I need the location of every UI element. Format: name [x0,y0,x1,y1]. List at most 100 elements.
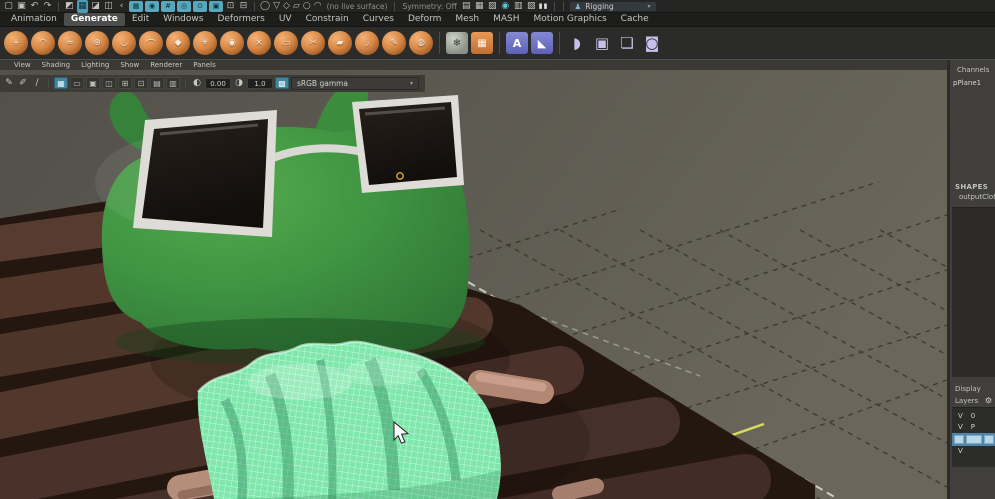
shelf-sculpt-tool-icon[interactable]: + [4,31,28,55]
color-management-icon[interactable]: ▩ [275,77,289,89]
menu-uv[interactable]: UV [272,13,299,26]
gamma-icon[interactable]: ◑ [233,78,245,88]
menu-deform[interactable]: Deform [401,13,448,26]
shelf-panel-layout-icon[interactable]: ▣ [591,34,613,52]
layer-row-selected[interactable] [952,433,995,446]
history-on-icon[interactable]: ⊡ [225,0,236,13]
film-gate-icon[interactable]: ▭ [70,77,84,89]
pause-icon[interactable]: ▮▮ [539,0,549,13]
channel-box-attributes-area[interactable] [952,207,995,377]
menu-edit[interactable]: Edit [125,13,156,26]
shelf-sculpt-mask-icon[interactable]: ◗ [566,34,588,52]
mask-component-icon[interactable]: ◇ [283,0,291,13]
shelf-repeat-tool-icon[interactable]: ◉ [220,31,244,55]
shelf-grab-tool-icon[interactable]: ⊕ [85,31,109,55]
snap-curve-icon[interactable]: ◉ [145,0,159,12]
menu-curves[interactable]: Curves [356,13,401,26]
layer-row[interactable]: VP [952,422,995,433]
shelf-duplicate-icon[interactable]: ❏ [616,34,638,52]
menu-animation[interactable]: Animation [4,13,64,26]
shelf-smear-tool-icon[interactable]: ✎ [382,31,406,55]
shelf-flatten-tool-icon[interactable]: ⌒ [139,31,163,55]
shelf-spray-tool-icon[interactable]: ✳ [193,31,217,55]
layer-row[interactable]: V [952,446,995,457]
panel-menu-panels[interactable]: Panels [193,61,216,69]
wireframe-shaded-icon[interactable]: ▥ [166,77,180,89]
snap-grid-icon[interactable]: ▦ [129,0,143,12]
move-tool-icon[interactable]: ▦ [77,0,88,13]
panel-menu-show[interactable]: Show [120,61,139,69]
mask-hierarchy-icon[interactable]: ◯ [260,0,271,13]
open-scene-icon[interactable]: ▣ [16,0,27,13]
select-camera-icon[interactable]: ✎ [3,78,15,88]
render-frame-icon[interactable]: ▦ [474,0,485,13]
mask-rendering-icon[interactable]: ▱ [293,0,301,13]
grid-toggle-icon[interactable]: ▦ [54,77,68,89]
menu-windows[interactable]: Windows [156,13,210,26]
safe-action-icon[interactable]: ⊡ [134,77,148,89]
hypershade-icon[interactable]: ▨ [526,0,537,13]
exposure-icon[interactable]: ◐ [191,78,203,88]
shelf-uv-snapshot-icon[interactable]: ◣ [531,32,553,54]
field-chart-icon[interactable]: ⊞ [118,77,132,89]
viewport-panel[interactable]: View Shading Lighting Show Renderer Pane… [0,60,947,499]
render-settings-icon[interactable]: ◉ [500,0,511,13]
safe-title-icon[interactable]: ▤ [150,77,164,89]
gamma-field[interactable]: 1.0 [247,77,273,89]
shelf-freeze-icon[interactable]: ❄ [446,32,468,54]
shelf-fill-tool-icon[interactable]: ▰ [328,31,352,55]
history-off-icon[interactable]: ⊟ [238,0,249,13]
snap-point-icon[interactable]: # [161,0,175,12]
shelf-uv-editor-icon[interactable]: A [506,32,528,54]
channel-box-node[interactable]: outputCloth1 [950,191,995,201]
menu-generate[interactable]: Generate [63,13,125,26]
shelf-bulge-tool-icon[interactable]: ◍ [409,31,433,55]
view-transform-dropdown[interactable]: sRGB gamma ▾ [291,76,419,90]
menu-motion-graphics[interactable]: Motion Graphics [527,13,614,26]
menu-mash[interactable]: MASH [486,13,526,26]
undo-icon[interactable]: ↶ [29,0,40,13]
gear-icon[interactable]: ⚙ [985,396,992,405]
menu-set-selector[interactable]: ♟ Rigging ▾ [568,0,657,12]
layer-color-swatch[interactable] [984,435,994,444]
panel-menu-lighting[interactable]: Lighting [81,61,109,69]
lock-camera-icon[interactable]: ✐ [17,78,29,88]
gate-mask-icon[interactable]: ◫ [102,77,116,89]
layer-name-field[interactable] [966,435,982,444]
shelf-relax-tool-icon[interactable]: ≈ [58,31,82,55]
shelf-wax-tool-icon[interactable]: ▭ [274,31,298,55]
layer-editor-display-tab[interactable]: Display [950,377,995,393]
panel-menu-renderer[interactable]: Renderer [150,61,182,69]
menu-constrain[interactable]: Constrain [299,13,356,26]
layer-row[interactable]: V0 [952,411,995,422]
redo-icon[interactable]: ↷ [42,0,53,13]
symmetry-status[interactable]: Symmetry: Off [402,0,456,13]
shelf-imprint-tool-icon[interactable]: × [247,31,271,55]
menu-cache[interactable]: Cache [614,13,656,26]
mask-object-icon[interactable]: ▽ [273,0,281,13]
rotate-tool-icon[interactable]: ◪ [90,0,101,13]
menu-mesh[interactable]: Mesh [448,13,486,26]
snap-project-icon[interactable]: ◎ [177,0,191,12]
shelf-smooth-tool-icon[interactable]: ◠ [31,31,55,55]
shelf-knife-tool-icon[interactable]: ◞ [355,31,379,55]
render-view-icon[interactable]: ▤ [461,0,472,13]
panel-menu-view[interactable]: View [14,61,31,69]
collapse-chevron-icon[interactable]: ‹ [116,0,127,13]
scale-tool-icon[interactable]: ◫ [103,0,114,13]
mask-curves-icon[interactable]: ○ [303,0,312,13]
layer-visibility-toggle[interactable] [954,435,964,444]
camera-attrs-icon[interactable]: ∕ [31,78,43,88]
new-scene-icon[interactable]: ▢ [3,0,14,13]
channel-box-title[interactable]: Channels [950,60,995,74]
shelf-pinch-tool-icon[interactable]: ◡ [112,31,136,55]
shelf-grid-icon[interactable]: ▦ [471,32,493,54]
exposure-field[interactable]: 0.00 [205,77,231,89]
snap-view-icon[interactable]: ⊙ [193,0,207,12]
resolution-gate-icon[interactable]: ▣ [86,77,100,89]
shelf-eraser-icon[interactable]: ◙ [641,34,663,52]
shelf-scrape-tool-icon[interactable]: ✂ [301,31,325,55]
channel-box-object[interactable]: pPlane1 [950,74,995,87]
light-editor-icon[interactable]: ▥ [513,0,524,13]
ipr-render-icon[interactable]: ▧ [487,0,498,13]
